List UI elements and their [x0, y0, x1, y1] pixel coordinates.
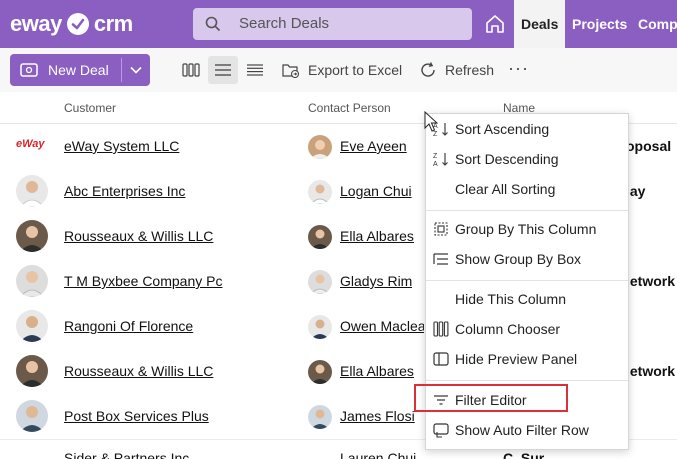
customer-avatar [16, 175, 48, 207]
search-icon [205, 16, 221, 32]
customer-link[interactable]: T M Byxbee Company Pc [64, 273, 222, 289]
group-by-box-icon [433, 253, 448, 265]
contact-link[interactable]: James Flosi [340, 408, 415, 424]
menu-separator [426, 210, 628, 211]
menu-item-hide-this-column[interactable]: Hide This Column [426, 284, 628, 314]
menu-label: Clear All Sorting [455, 181, 556, 197]
compact-list-icon [247, 64, 263, 76]
mouse-cursor-icon [424, 111, 438, 132]
contact-avatar [308, 405, 332, 429]
contact-link[interactable]: Gladys Rim [340, 273, 412, 289]
menu-label: Sort Ascending [455, 121, 550, 137]
contact-link[interactable]: Ella Albares [340, 363, 414, 379]
contact-link[interactable]: Lauren Chui [340, 450, 416, 459]
menu-label: Column Chooser [455, 321, 561, 337]
column-chooser-icon [433, 321, 449, 337]
menu-label: Hide This Column [455, 291, 567, 307]
list-view-button[interactable] [208, 56, 238, 84]
card-view-button[interactable] [176, 56, 206, 84]
group-by-column-icon [434, 222, 448, 236]
customer-avatar [16, 400, 48, 432]
menu-item-group-by-column[interactable]: Group By This Column [426, 214, 628, 244]
search-box[interactable]: Search Deals [193, 8, 472, 40]
svg-text:Z: Z [433, 153, 438, 160]
menu-item-sort-descending[interactable]: Z A Sort Descending [426, 144, 628, 174]
svg-text:A: A [433, 161, 438, 167]
contact-avatar [308, 225, 332, 249]
preview-panel-icon [433, 352, 449, 366]
top-bar: eway crm Search Deals Deals Projects Com… [0, 0, 677, 48]
auto-filter-row-icon [433, 423, 449, 438]
nav-tab-projects[interactable]: Projects [565, 0, 634, 48]
contact-link[interactable]: Ella Albares [340, 228, 414, 244]
customer-avatar [16, 355, 48, 387]
contact-avatar [308, 135, 332, 159]
customer-link[interactable]: Rangoni Of Florence [64, 318, 193, 334]
menu-item-show-auto-filter-row[interactable]: Show Auto Filter Row [426, 415, 628, 445]
sort-descending-icon: Z A [433, 153, 448, 167]
customer-link[interactable]: Rousseaux & Willis LLC [64, 363, 213, 379]
customer-link[interactable]: Rousseaux & Willis LLC [64, 228, 213, 244]
refresh-button[interactable]: Refresh [419, 56, 494, 84]
refresh-icon [421, 62, 435, 77]
menu-item-show-group-by-box[interactable]: Show Group By Box [426, 244, 628, 274]
menu-label: Show Group By Box [455, 251, 582, 267]
filter-editor-highlight [414, 384, 568, 412]
contact-avatar [308, 180, 332, 204]
menu-separator [426, 280, 628, 281]
toolbar: New Deal Export to Excel Refresh ··· [0, 48, 677, 93]
customer-link[interactable]: Abc Enterprises Inc [64, 183, 185, 199]
deal-name[interactable]: letwork [626, 273, 675, 289]
customer-logo: eWay [16, 138, 45, 150]
nav-tab-companies[interactable]: Compa [631, 0, 677, 48]
contact-link[interactable]: Eve Ayeen [340, 138, 407, 154]
menu-item-clear-all-sorting[interactable]: Clear All Sorting [426, 174, 628, 204]
search-placeholder: Search Deals [239, 15, 330, 32]
menu-label: Hide Preview Panel [455, 351, 578, 367]
nav-tab-deals[interactable]: Deals [514, 0, 566, 48]
menu-item-sort-ascending[interactable]: A Z Sort Ascending [426, 114, 628, 144]
more-options-button[interactable]: ··· [508, 58, 529, 79]
contact-link[interactable]: Logan Chui [340, 183, 412, 199]
logo-mark-icon [66, 13, 89, 35]
customer-avatar [16, 220, 48, 252]
deal-name[interactable]: oposal [626, 138, 671, 154]
column-header-customer[interactable]: Customer [64, 101, 116, 115]
export-to-excel-button[interactable]: Export to Excel [282, 56, 402, 84]
home-icon[interactable] [481, 10, 509, 38]
deal-name[interactable]: letwork [626, 363, 675, 379]
contact-avatar [308, 360, 332, 384]
deal-name[interactable]: C. Sur [503, 450, 544, 459]
new-deal-dropdown[interactable] [122, 54, 150, 86]
customer-link[interactable]: eWay System LLC [64, 138, 179, 154]
menu-item-hide-preview-panel[interactable]: Hide Preview Panel [426, 344, 628, 374]
customer-link[interactable]: Sider & Partners Inc [64, 450, 189, 459]
contact-avatar [308, 315, 332, 339]
menu-separator [426, 380, 628, 381]
new-deal-button[interactable]: New Deal [10, 54, 121, 86]
logo-text-left: eway [10, 11, 62, 36]
logo-text-right: crm [93, 11, 133, 36]
new-deal-label: New Deal [48, 62, 109, 78]
chevron-down-icon [130, 66, 142, 74]
customer-link[interactable]: Post Box Services Plus [64, 408, 209, 424]
contact-avatar [308, 270, 332, 294]
list-view-icon [215, 64, 231, 76]
column-header-contact-person[interactable]: Contact Person [308, 101, 391, 115]
customer-avatar [16, 310, 48, 342]
compact-view-button[interactable] [240, 56, 270, 84]
contact-link[interactable]: Owen Maclea [340, 318, 424, 334]
app-logo[interactable]: eway crm [10, 11, 133, 37]
columns-view-icon [182, 63, 200, 77]
refresh-label: Refresh [445, 62, 495, 78]
deal-icon [20, 63, 38, 77]
new-deal-split-button: New Deal [10, 54, 150, 86]
export-label: Export to Excel [308, 62, 403, 78]
customer-avatar [16, 265, 48, 297]
export-icon [282, 64, 300, 78]
menu-label: Group By This Column [455, 221, 597, 237]
menu-label: Sort Descending [455, 151, 559, 167]
menu-item-column-chooser[interactable]: Column Chooser [426, 314, 628, 344]
menu-label: Show Auto Filter Row [455, 422, 589, 438]
